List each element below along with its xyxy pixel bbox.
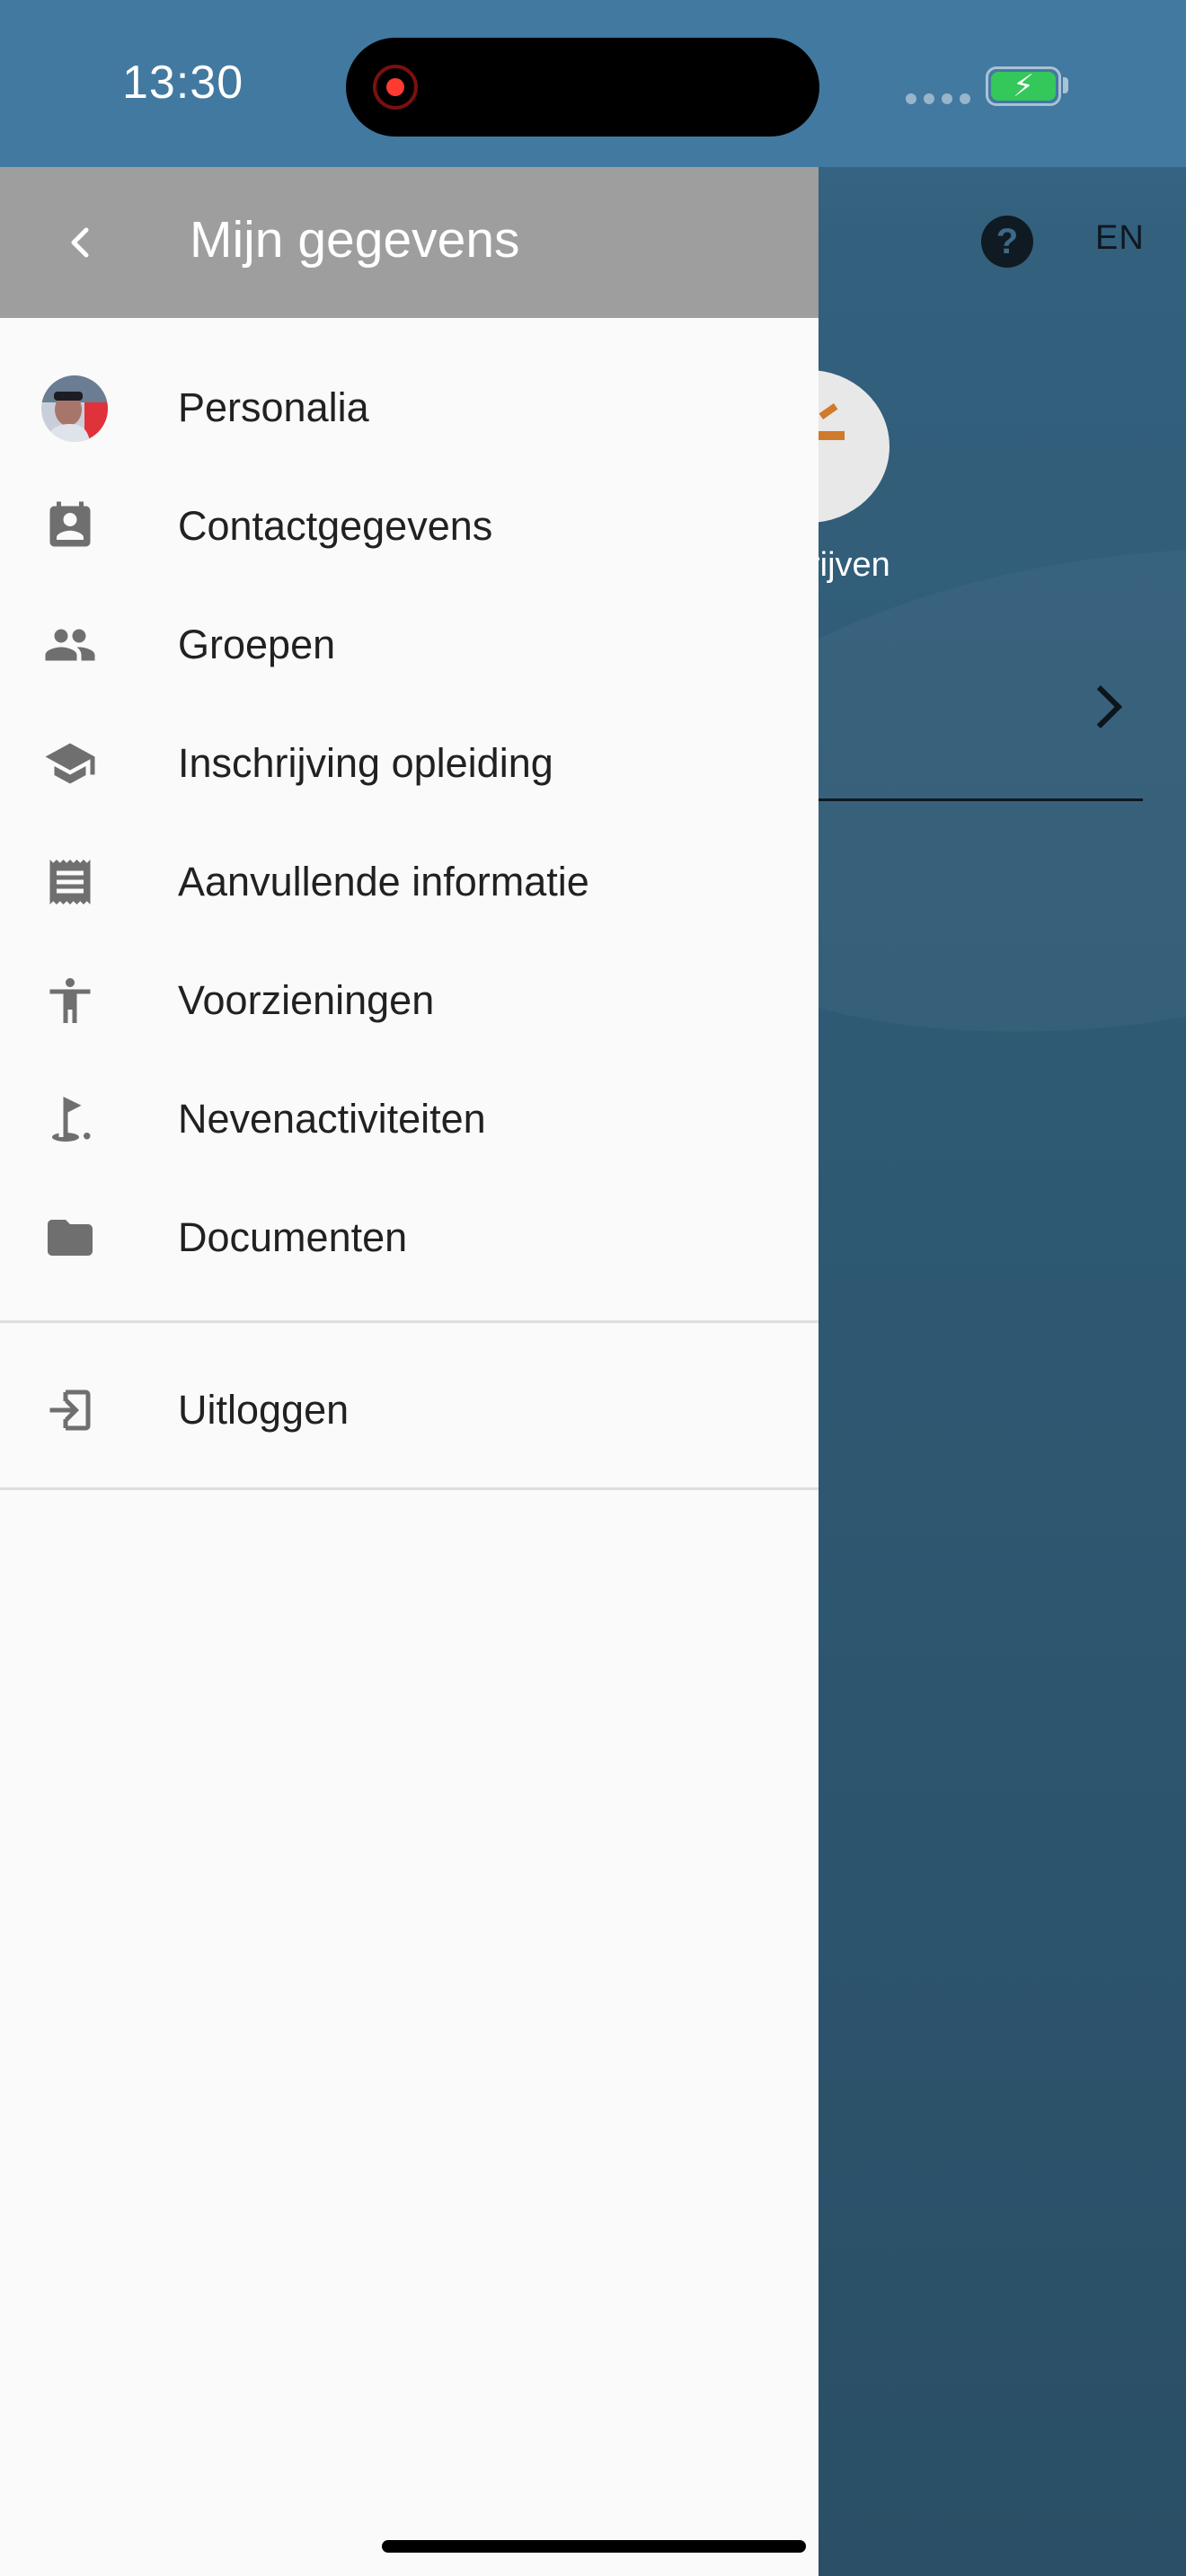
contact-card-icon: [43, 499, 97, 553]
folder-icon: [43, 1211, 97, 1265]
accessibility-icon: [43, 974, 97, 1028]
home-indicator[interactable]: [382, 2540, 806, 2553]
menu-item-voorzieningen[interactable]: Voorzieningen: [0, 941, 819, 1060]
logout-icon: [43, 1383, 97, 1437]
menu-item-label: Contactgegevens: [178, 503, 493, 549]
drawer-header: Mijn gegevens: [0, 167, 819, 318]
menu-item-inschrijving-opleiding[interactable]: Inschrijving opleiding: [0, 704, 819, 823]
menu-item-groepen[interactable]: Groepen: [0, 586, 819, 704]
language-toggle[interactable]: EN: [1095, 219, 1145, 258]
receipt-icon: [43, 855, 97, 909]
menu-item-nevenactiviteiten[interactable]: Nevenactiviteiten: [0, 1060, 819, 1178]
status-bar: 13:30 ⚡: [0, 0, 1186, 167]
logout-button[interactable]: Uitloggen: [0, 1351, 819, 1469]
battery-cap: [1063, 77, 1068, 93]
battery-icon: ⚡: [986, 66, 1061, 106]
menu-item-personalia[interactable]: Personalia: [0, 348, 819, 467]
menu-item-label: Uitloggen: [178, 1387, 350, 1433]
dynamic-island: [346, 38, 819, 137]
menu-item-contactgegevens[interactable]: Contactgegevens: [0, 467, 819, 586]
back-button[interactable]: [45, 207, 117, 278]
menu-divider: [0, 1487, 819, 1490]
people-icon: [43, 618, 97, 672]
menu-item-documenten[interactable]: Documenten: [0, 1178, 819, 1297]
help-icon[interactable]: ?: [981, 216, 1033, 268]
menu-item-aanvullende-informatie[interactable]: Aanvullende informatie: [0, 823, 819, 941]
cellular-signal-icon: [906, 93, 970, 104]
menu-item-label: Voorzieningen: [178, 977, 435, 1023]
menu-item-label: Documenten: [178, 1214, 408, 1260]
list-divider: [809, 798, 1143, 801]
menu-item-label: Personalia: [178, 384, 369, 430]
school-icon: [43, 737, 97, 790]
charging-bolt-icon: ⚡: [1013, 69, 1034, 103]
menu-item-label: Nevenactiviteiten: [178, 1096, 486, 1142]
navigation-drawer: Mijn gegevens Personalia Contactgegevens…: [0, 167, 819, 2576]
tile-label: rijven: [809, 546, 890, 584]
golf-flag-icon: [43, 1092, 97, 1146]
recording-indicator-icon: [373, 65, 418, 110]
menu-divider: [0, 1320, 819, 1323]
menu-item-label: Aanvullende informatie: [178, 859, 589, 904]
menu-item-label: Groepen: [178, 622, 336, 667]
avatar: [41, 375, 108, 442]
chevron-left-icon: [71, 227, 89, 258]
drawer-title: Mijn gegevens: [190, 211, 520, 269]
status-time: 13:30: [122, 57, 244, 109]
menu-item-label: Inschrijving opleiding: [178, 740, 553, 786]
